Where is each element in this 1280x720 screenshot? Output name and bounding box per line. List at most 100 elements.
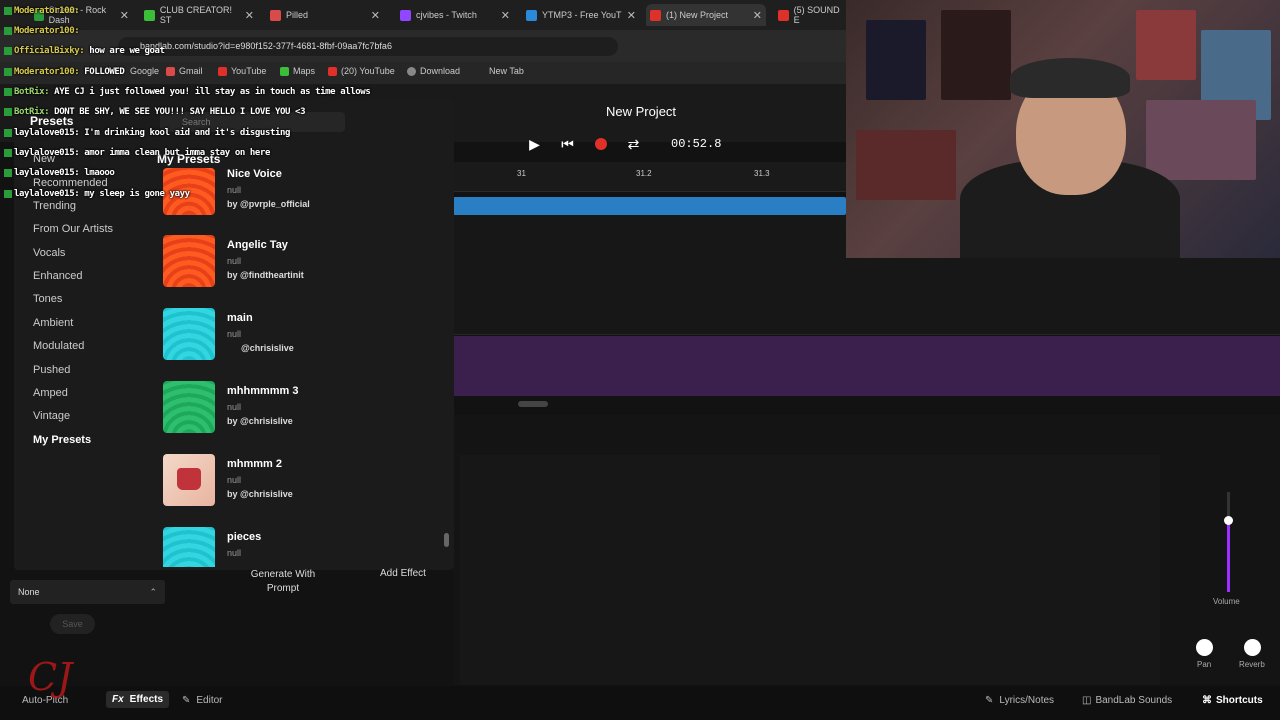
category-my-presets[interactable]: My Presets [33, 434, 91, 446]
play-button[interactable]: ▶ [525, 135, 544, 154]
preset-select[interactable]: None ⌃ [10, 580, 165, 604]
timeline-scrollbar[interactable] [518, 401, 548, 407]
command-icon: ⌘ [1202, 695, 1212, 706]
chat-message: Moderator100: [4, 6, 80, 16]
category-pushed[interactable]: Pushed [33, 364, 70, 376]
add-effect-button[interactable]: Add Effect [380, 568, 426, 579]
preset-author: by @findtheartinit [227, 270, 304, 280]
mod-badge-icon [4, 6, 12, 15]
close-icon[interactable]: ✕ [753, 9, 766, 22]
preset-subtitle: null [227, 548, 242, 558]
close-icon[interactable]: ✕ [245, 9, 258, 22]
category-amped[interactable]: Amped [33, 387, 68, 399]
preset-thumbnail [163, 527, 215, 567]
category-modulated[interactable]: Modulated [33, 340, 84, 352]
category-vocals[interactable]: Vocals [33, 247, 65, 259]
preset-name: pieces [227, 531, 262, 543]
bookmark-youtube-2[interactable]: (20) YouTube [328, 66, 395, 76]
bandlab-sounds-button[interactable]: ◫ BandLab Sounds [1082, 695, 1172, 706]
pan-knob[interactable] [1196, 639, 1213, 656]
record-button[interactable] [591, 135, 610, 154]
preset-item[interactable]: mhmmm 2 null by @chrisislive [163, 454, 443, 516]
category-tones[interactable]: Tones [33, 293, 62, 305]
browser-tab[interactable]: CLUB CREATOR! ST ✕ [140, 4, 258, 26]
preset-name: Angelic Tay [227, 239, 288, 251]
youtube-icon [218, 66, 227, 76]
chat-message: laylalove015: lmaooo [4, 168, 115, 178]
close-icon[interactable]: ✕ [627, 9, 640, 22]
bookmark-gmail[interactable]: Gmail [166, 66, 203, 76]
bot-badge-icon [4, 87, 12, 96]
category-enhanced[interactable]: Enhanced [33, 270, 83, 282]
browser-tab[interactable]: (5) SOUND E [774, 4, 846, 26]
presets-scrollbar[interactable] [444, 533, 449, 547]
youtube-icon [328, 66, 337, 76]
chat-message: Moderator100: [4, 26, 80, 36]
transport-controls: ▶ ⏮ ⇄ 00:52.8 [525, 132, 721, 156]
chat-message: BotRix: DONT BE SHY, WE SEE YOU!!! SAY H… [4, 107, 306, 117]
reverb-label: Reverb [1239, 660, 1265, 669]
preset-author: by @chrisislive [227, 416, 293, 426]
reverb-knob[interactable] [1244, 639, 1261, 656]
preset-item[interactable]: main null @chrisislive [163, 308, 443, 370]
user-badge-icon [4, 189, 12, 198]
channel-logo: CJ [28, 655, 73, 699]
close-icon[interactable]: ✕ [501, 9, 514, 22]
ruler-mark: 31 [517, 169, 526, 178]
bookmark-download[interactable]: Download [407, 66, 460, 76]
bookmark-youtube[interactable]: YouTube [218, 66, 266, 76]
lyrics-notes-button[interactable]: ✎ Lyrics/Notes [985, 695, 1054, 706]
volume-label: Volume [1213, 597, 1240, 606]
category-vintage[interactable]: Vintage [33, 410, 70, 422]
pen-icon: ✎ [985, 695, 994, 706]
preset-item[interactable]: mhhmmmm 3 null by @chrisislive [163, 381, 443, 443]
gmail-icon [166, 66, 175, 76]
close-icon[interactable]: ✕ [371, 9, 384, 22]
preset-thumbnail [163, 381, 215, 433]
audio-region[interactable] [453, 197, 846, 215]
chat-message: Moderator100: FOLLOWED [4, 67, 125, 77]
effects-tab[interactable]: Fx Effects [106, 691, 170, 708]
browser-tab[interactable]: Pilled ✕ [266, 4, 384, 26]
bot-badge-icon [4, 107, 12, 116]
shortcuts-button[interactable]: ⌘ Shortcuts [1202, 695, 1263, 706]
preset-author: by @pvrple_official [227, 199, 310, 209]
save-preset-button[interactable]: Save [50, 614, 95, 634]
category-recommended[interactable]: Recommended [33, 177, 108, 189]
preset-item[interactable]: Nice Voice null by @pvrple_official [163, 168, 443, 216]
loop-button[interactable]: ⇄ [624, 135, 643, 154]
editor-tab[interactable]: ✎ Editor [182, 695, 223, 706]
generate-with-prompt-button[interactable]: Generate With Prompt [236, 568, 330, 596]
preset-author: @chrisislive [241, 343, 294, 353]
mod-badge-icon [4, 26, 12, 35]
preset-item[interactable]: Angelic Tay null by @findtheartinit [163, 235, 443, 297]
bookmark-google[interactable]: Google [130, 66, 159, 76]
track-lane-selected[interactable] [453, 336, 1280, 396]
category-ambient[interactable]: Ambient [33, 317, 73, 329]
browser-tab-active[interactable]: (1) New Project ✕ [646, 4, 766, 26]
category-trending[interactable]: Trending [33, 200, 76, 212]
close-icon[interactable]: ✕ [120, 9, 133, 22]
volume-slider-handle[interactable] [1224, 516, 1233, 525]
bookmark-new-tab[interactable]: New Tab [489, 66, 524, 76]
project-title[interactable]: New Project [560, 104, 722, 119]
preset-item[interactable]: pieces null [163, 527, 443, 567]
url-field[interactable]: bandlab.com/studio?id=e980f152-377f-4681… [118, 37, 618, 56]
download-icon [407, 66, 416, 76]
preset-name: Nice Voice [227, 168, 282, 180]
rewind-button[interactable]: ⏮ [558, 135, 577, 154]
user-badge-icon [4, 128, 12, 137]
preset-author: by @chrisislive [227, 489, 293, 499]
record-icon [594, 138, 607, 150]
chat-message: laylalove015: I'm drinking kool aid and … [4, 128, 290, 138]
browser-tab[interactable]: cjvibes - Twitch ✕ [396, 4, 514, 26]
bookmark-maps[interactable]: Maps [280, 66, 315, 76]
pan-label: Pan [1197, 660, 1212, 669]
tab-favicon-icon [144, 9, 155, 21]
category-from-our-artists[interactable]: From Our Artists [33, 223, 113, 235]
user-badge-icon [4, 168, 12, 177]
preset-thumbnail [163, 235, 215, 287]
preset-subtitle: null [227, 402, 242, 412]
browser-tab[interactable]: YTMP3 - Free YouT ✕ [522, 4, 640, 26]
fx-icon: Fx [112, 694, 124, 705]
